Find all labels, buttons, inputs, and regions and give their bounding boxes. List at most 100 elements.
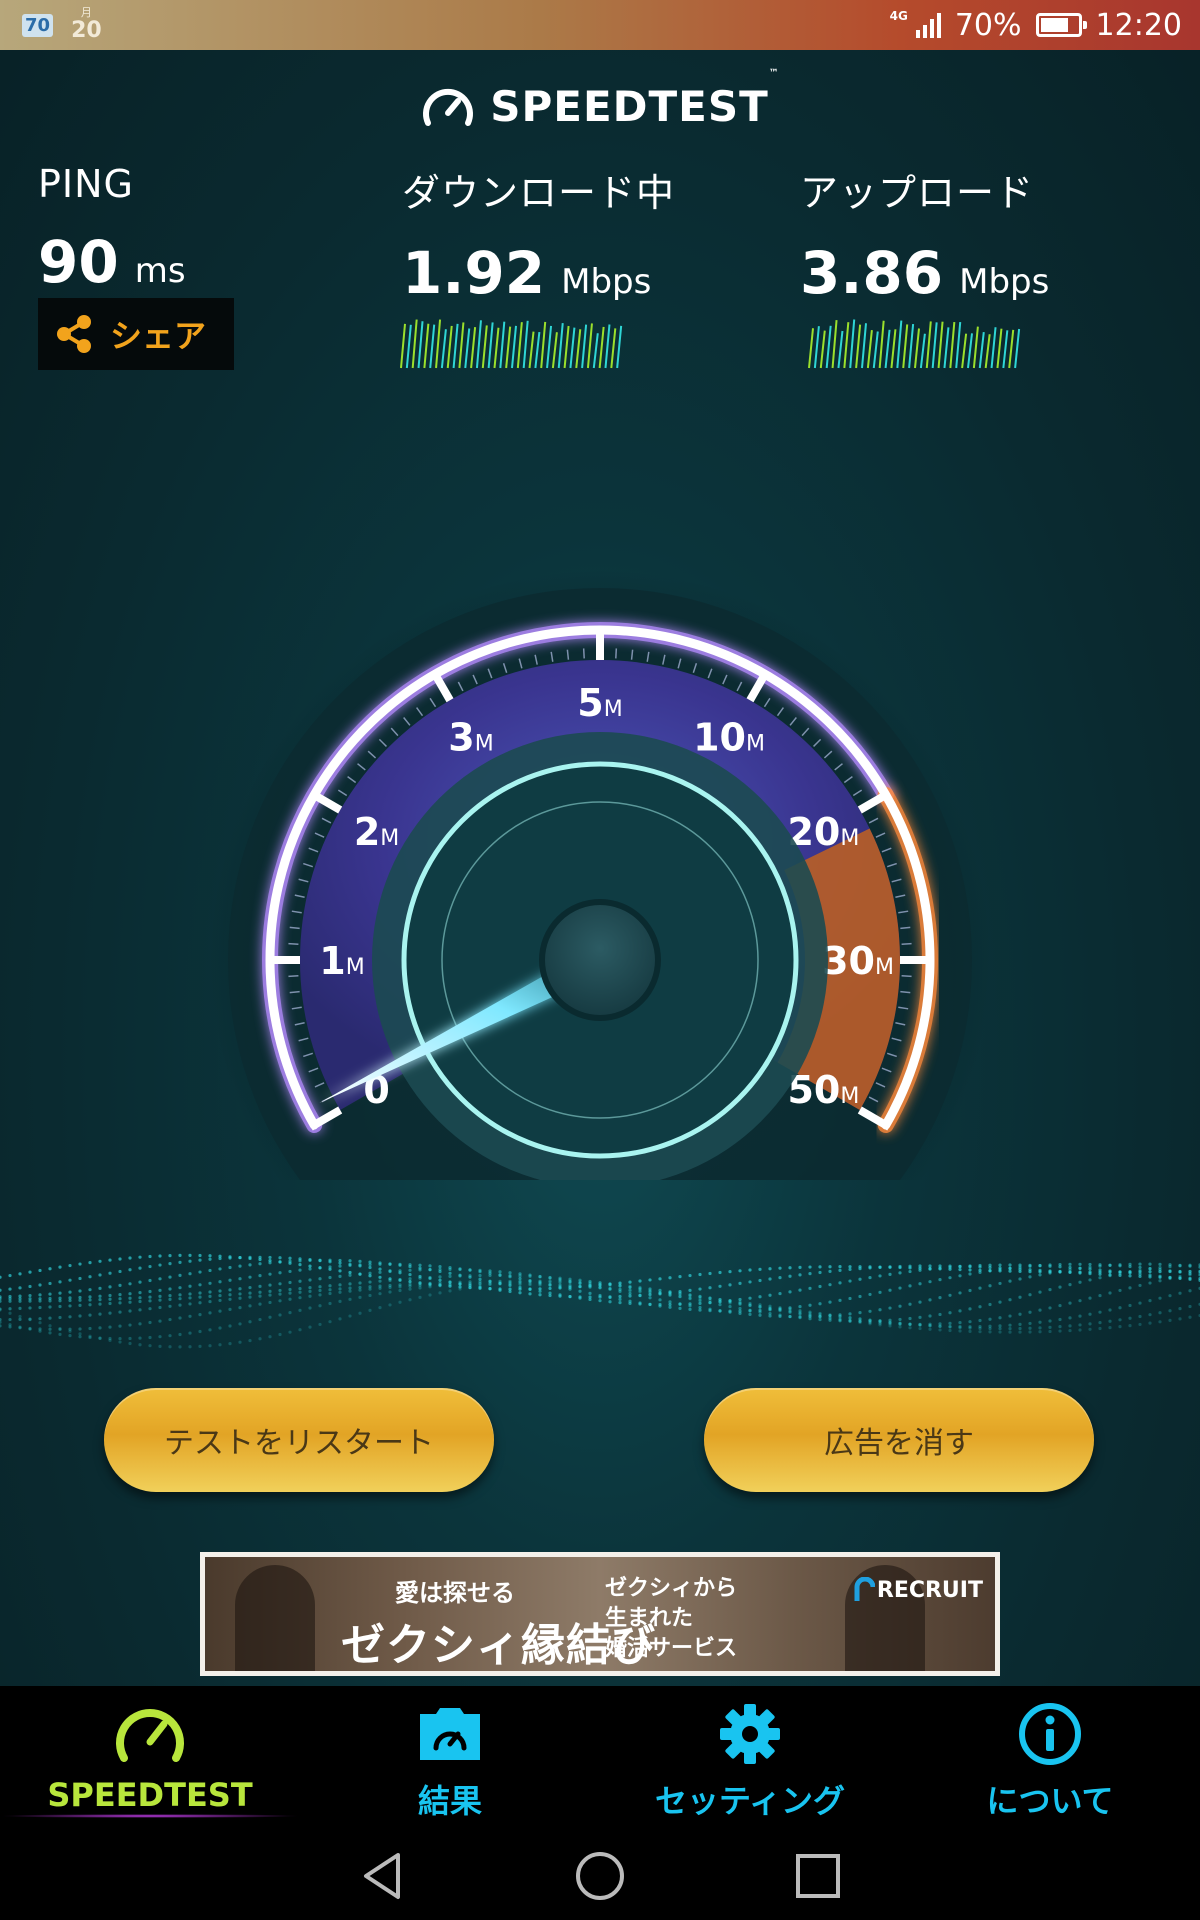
wave-dot <box>1138 1270 1142 1274</box>
wave-dot <box>238 1287 242 1291</box>
wave-dot <box>818 1314 822 1318</box>
restart-test-button[interactable]: テストをリスタート <box>104 1388 494 1492</box>
wave-dot <box>148 1289 152 1294</box>
remove-ads-button[interactable]: 広告を消す <box>704 1388 1094 1492</box>
wave-dot <box>928 1322 932 1326</box>
wave-dot <box>158 1319 162 1323</box>
wave-dot <box>238 1255 242 1260</box>
wave-dot <box>688 1288 692 1292</box>
wave-dot <box>1118 1288 1122 1293</box>
wave-dot <box>748 1268 752 1272</box>
wave-dot <box>778 1266 782 1270</box>
wave-dot <box>1108 1308 1112 1312</box>
wave-dot <box>1148 1275 1152 1279</box>
wave-dot <box>758 1308 762 1312</box>
wave-dot <box>1138 1262 1142 1266</box>
sparkline-bar <box>446 325 453 369</box>
wave-dot <box>1138 1265 1142 1270</box>
wave-dot <box>898 1286 902 1290</box>
sparkline-bar <box>896 320 903 369</box>
wave-dot <box>578 1289 582 1293</box>
wave-dot <box>828 1265 832 1269</box>
signal-icon <box>915 12 941 38</box>
nav-item-results[interactable]: 結果 <box>300 1686 600 1832</box>
wave-dot <box>108 1311 112 1315</box>
app-root: 70 月 20 4G 70% 12:20 SPEEDTEST™ PING 90 <box>0 0 1200 1920</box>
wave-dot <box>198 1344 202 1348</box>
wave-dot <box>88 1335 92 1340</box>
upload-stat: アップロード 3.86 Mbps <box>800 162 1049 307</box>
wave-dot <box>1028 1263 1032 1267</box>
wave-dot <box>1108 1326 1112 1330</box>
wave-dot <box>388 1290 392 1294</box>
wave-dot <box>938 1322 942 1326</box>
sparkline-bar <box>592 333 599 369</box>
wave-dot <box>548 1293 552 1298</box>
recruit-arc-icon <box>854 1577 875 1601</box>
gauge-minor-tick <box>288 942 299 945</box>
wave-dot <box>718 1270 722 1275</box>
wave-dot <box>168 1262 172 1266</box>
wave-dot <box>1118 1318 1122 1322</box>
wave-dot <box>228 1278 232 1282</box>
wave-dot <box>48 1305 52 1309</box>
sparkline-bar <box>872 331 879 369</box>
sparkline-bar <box>610 328 617 369</box>
wave-dot <box>298 1296 302 1300</box>
sparkline-bar <box>914 328 920 369</box>
ad-banner[interactable]: 愛は探せる ゼクシィ縁結び ゼクシィから 生まれた 婚活サービス RECRUIT <box>200 1552 1000 1676</box>
gauge-minor-tick <box>289 990 300 994</box>
sparkline-bar <box>861 323 867 369</box>
wave-dot <box>718 1284 722 1288</box>
wave-dot <box>1138 1274 1142 1279</box>
wave-dot <box>1028 1293 1032 1297</box>
wave-dot <box>638 1293 642 1297</box>
wave-dot <box>1158 1269 1162 1274</box>
sparkline-bar <box>825 325 832 369</box>
wave-dot <box>368 1260 372 1264</box>
wave-dot <box>1028 1310 1032 1314</box>
wave-dot <box>458 1282 462 1286</box>
wave-dot <box>358 1264 362 1268</box>
nav-item-settings[interactable]: セッティング <box>600 1686 900 1832</box>
wave-dot <box>118 1257 122 1261</box>
wave-dot <box>218 1343 222 1347</box>
wave-dot <box>398 1263 402 1267</box>
wave-dot <box>308 1258 312 1262</box>
wave-dot <box>928 1266 932 1271</box>
wave-dot <box>128 1309 132 1313</box>
wave-dot <box>178 1260 182 1264</box>
wave-dot <box>1078 1323 1082 1327</box>
wave-dot <box>528 1287 532 1291</box>
wave-dot <box>278 1292 282 1296</box>
wave-dot <box>78 1314 82 1318</box>
recents-icon[interactable] <box>794 1852 842 1900</box>
wave-dot <box>958 1321 962 1325</box>
wave-dot <box>1008 1269 1012 1273</box>
clock: 12:20 <box>1095 7 1182 43</box>
wave-dot <box>1168 1269 1172 1274</box>
nav-item-speedtest[interactable]: SPEEDTEST <box>0 1686 300 1832</box>
nav-item-about[interactable]: について <box>900 1686 1200 1832</box>
share-button[interactable]: シェア <box>38 298 234 370</box>
sparkline-bar <box>931 322 938 369</box>
wave-dot <box>938 1312 942 1317</box>
wave-dot <box>108 1297 112 1301</box>
wave-dot <box>1058 1265 1062 1269</box>
wave-dot <box>1078 1266 1082 1270</box>
wave-dot <box>948 1311 952 1315</box>
wave-dot <box>958 1291 962 1295</box>
sparkline-bar <box>884 329 891 369</box>
wave-dot <box>718 1303 722 1307</box>
back-icon[interactable] <box>358 1851 406 1901</box>
wave-dot <box>918 1282 922 1286</box>
wave-dot <box>608 1300 612 1304</box>
wave-dot <box>1088 1267 1092 1271</box>
wave-dot <box>758 1267 762 1271</box>
wave-dot <box>188 1296 192 1300</box>
home-icon[interactable] <box>574 1850 626 1902</box>
wave-dot <box>348 1259 352 1263</box>
wave-dot <box>1188 1269 1192 1274</box>
wave-dot <box>8 1307 12 1311</box>
wave-dot <box>378 1279 382 1283</box>
